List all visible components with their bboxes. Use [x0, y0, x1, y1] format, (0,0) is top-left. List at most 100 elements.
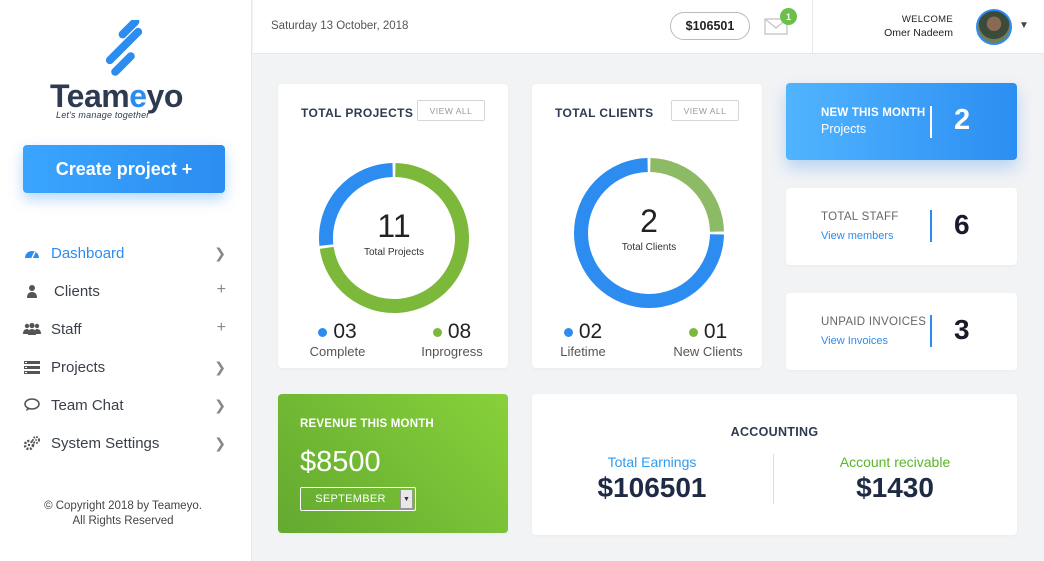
donut-center: 2 Total Clients: [569, 203, 729, 253]
chevron-right-icon: ❯: [214, 397, 226, 413]
projects-icon: [22, 359, 42, 375]
divider: [930, 106, 932, 138]
legend-dot: [318, 327, 328, 337]
card-title: TOTAL CLIENTS: [555, 106, 654, 120]
card-title: ACCOUNTING: [730, 425, 819, 439]
divider: [930, 210, 932, 242]
sidebar-item-label: Projects: [51, 358, 106, 376]
account-receivable-label: Account recivable: [839, 454, 951, 470]
welcome-label: WELCOME: [901, 14, 953, 25]
balance-badge[interactable]: $106501: [670, 12, 750, 40]
total-clients-label: Total Clients: [621, 242, 677, 253]
legend-dot: [563, 327, 573, 337]
top-bar: Saturday 13 October, 2018 $106501 1 WELC…: [253, 0, 1044, 54]
donut-center: 11 Total Projects: [314, 208, 474, 258]
card-title: TOTAL PROJECTS: [301, 106, 414, 120]
inprogress-label: Inprogress: [421, 344, 483, 359]
sidebar-item-projects[interactable]: Projects ❯: [22, 348, 232, 386]
complete-stat: 03 Complete: [300, 320, 375, 359]
lifetime-label: Lifetime: [560, 344, 606, 359]
sidebar-item-label: System Settings: [51, 434, 160, 452]
sidebar-item-label: Dashboard: [51, 244, 125, 262]
chevron-right-icon: ❯: [214, 359, 226, 375]
card-title: UNPAID INVOICES: [821, 316, 927, 328]
new-clients-stat: 01 New Clients: [666, 320, 750, 359]
total-staff-value: 6: [954, 209, 970, 240]
new-projects-value: 2: [954, 104, 971, 136]
sidebar-item-dashboard[interactable]: Dashboard ❯: [22, 234, 232, 272]
current-date: Saturday 13 October, 2018: [271, 20, 409, 32]
card-title: NEW THIS MONTH: [821, 107, 926, 119]
sidebar-item-clients[interactable]: Clients +: [22, 272, 232, 310]
copyright-line: © Copyright 2018 by Teameyo.: [44, 500, 202, 512]
selected-month: SEPTEMBER: [315, 493, 386, 505]
card-title: REVENUE THIS MONTH: [300, 418, 434, 430]
sidebar: Teameyo Let's manage together Create pro…: [0, 0, 252, 561]
caret-down-icon[interactable]: ▼: [1019, 20, 1029, 31]
sidebar-item-system-settings[interactable]: System Settings ❯: [22, 424, 232, 462]
chevron-right-icon: ❯: [214, 245, 226, 261]
username: Omer Nadeem: [884, 27, 953, 39]
sidebar-item-team-chat[interactable]: Team Chat ❯: [22, 386, 232, 424]
view-invoices-link[interactable]: View Invoices: [821, 335, 888, 347]
copyright-line: All Rights Reserved: [72, 515, 174, 527]
total-earnings-label: Total Earnings: [607, 454, 697, 470]
dropdown-arrow-icon[interactable]: ▼: [400, 489, 413, 509]
logo[interactable]: Teameyo Let's manage together: [50, 20, 200, 130]
sidebar-item-label: Team Chat: [51, 396, 124, 414]
create-project-button[interactable]: Create project +: [23, 145, 225, 193]
total-projects-label: Total Projects: [363, 247, 425, 258]
chevron-right-icon: ❯: [214, 435, 226, 451]
month-select[interactable]: SEPTEMBER ▼: [300, 487, 416, 511]
view-all-button[interactable]: VIEW ALL: [417, 100, 485, 121]
plus-icon: +: [216, 281, 226, 298]
sidebar-item-label: Staff: [51, 320, 82, 338]
legend-dot: [432, 327, 442, 337]
sidebar-item-staff[interactable]: Staff +: [22, 310, 232, 348]
logo-tagline: Let's manage together: [56, 110, 150, 120]
new-clients-value: 01: [703, 320, 728, 343]
account-receivable: Account recivable $1430: [795, 454, 995, 504]
total-projects-value: 11: [377, 208, 411, 244]
view-members-link[interactable]: View members: [821, 230, 894, 242]
total-staff-card: TOTAL STAFF View members 6: [786, 188, 1017, 265]
view-all-button[interactable]: VIEW ALL: [671, 100, 739, 121]
logo-mark-icon: [105, 20, 143, 76]
lifetime-stat: 02 Lifetime: [548, 320, 618, 359]
inprogress-stat: 08 Inprogress: [416, 320, 488, 359]
accounting-card: ACCOUNTING Total Earnings $106501 Accoun…: [532, 394, 1017, 535]
chat-icon: [22, 397, 42, 413]
total-earnings: Total Earnings $106501: [552, 454, 752, 504]
card-subtitle: Projects: [821, 122, 867, 136]
revenue-amount: $8500: [300, 446, 381, 478]
new-clients-label: New Clients: [673, 344, 743, 359]
dashboard-icon: [22, 245, 42, 261]
avatar[interactable]: [976, 9, 1012, 45]
lifetime-value: 02: [578, 320, 603, 343]
total-projects-card: TOTAL PROJECTS VIEW ALL 11 Total Project…: [278, 84, 508, 368]
account-receivable-value: $1430: [856, 472, 934, 503]
complete-value: 03: [333, 320, 357, 343]
unpaid-invoices-card: UNPAID INVOICES View Invoices 3: [786, 293, 1017, 370]
divider: [773, 454, 774, 504]
user-icon: [22, 283, 42, 299]
divider: [812, 0, 813, 54]
total-clients-value: 2: [640, 203, 658, 239]
complete-label: Complete: [309, 344, 366, 359]
total-clients-card: TOTAL CLIENTS VIEW ALL 2 Total Clients 0…: [532, 84, 762, 368]
total-earnings-value: $106501: [597, 472, 707, 503]
legend-dot: [688, 327, 698, 337]
gears-icon: [22, 435, 42, 451]
sidebar-item-label: Clients: [54, 282, 100, 300]
inprogress-value: 08: [447, 320, 472, 343]
new-this-month-card[interactable]: NEW THIS MONTH Projects 2: [786, 83, 1017, 160]
users-icon: [22, 321, 42, 337]
revenue-card: REVENUE THIS MONTH $8500 SEPTEMBER ▼: [278, 394, 508, 533]
copyright: © Copyright 2018 by Teameyo. All Rights …: [0, 499, 246, 529]
notification-badge: 1: [780, 8, 797, 25]
plus-icon: +: [216, 319, 226, 336]
sidebar-nav: Dashboard ❯ Clients + Staff + Projects ❯: [22, 234, 232, 462]
unpaid-invoices-value: 3: [954, 314, 970, 345]
divider: [930, 315, 932, 347]
card-title: TOTAL STAFF: [821, 211, 899, 223]
